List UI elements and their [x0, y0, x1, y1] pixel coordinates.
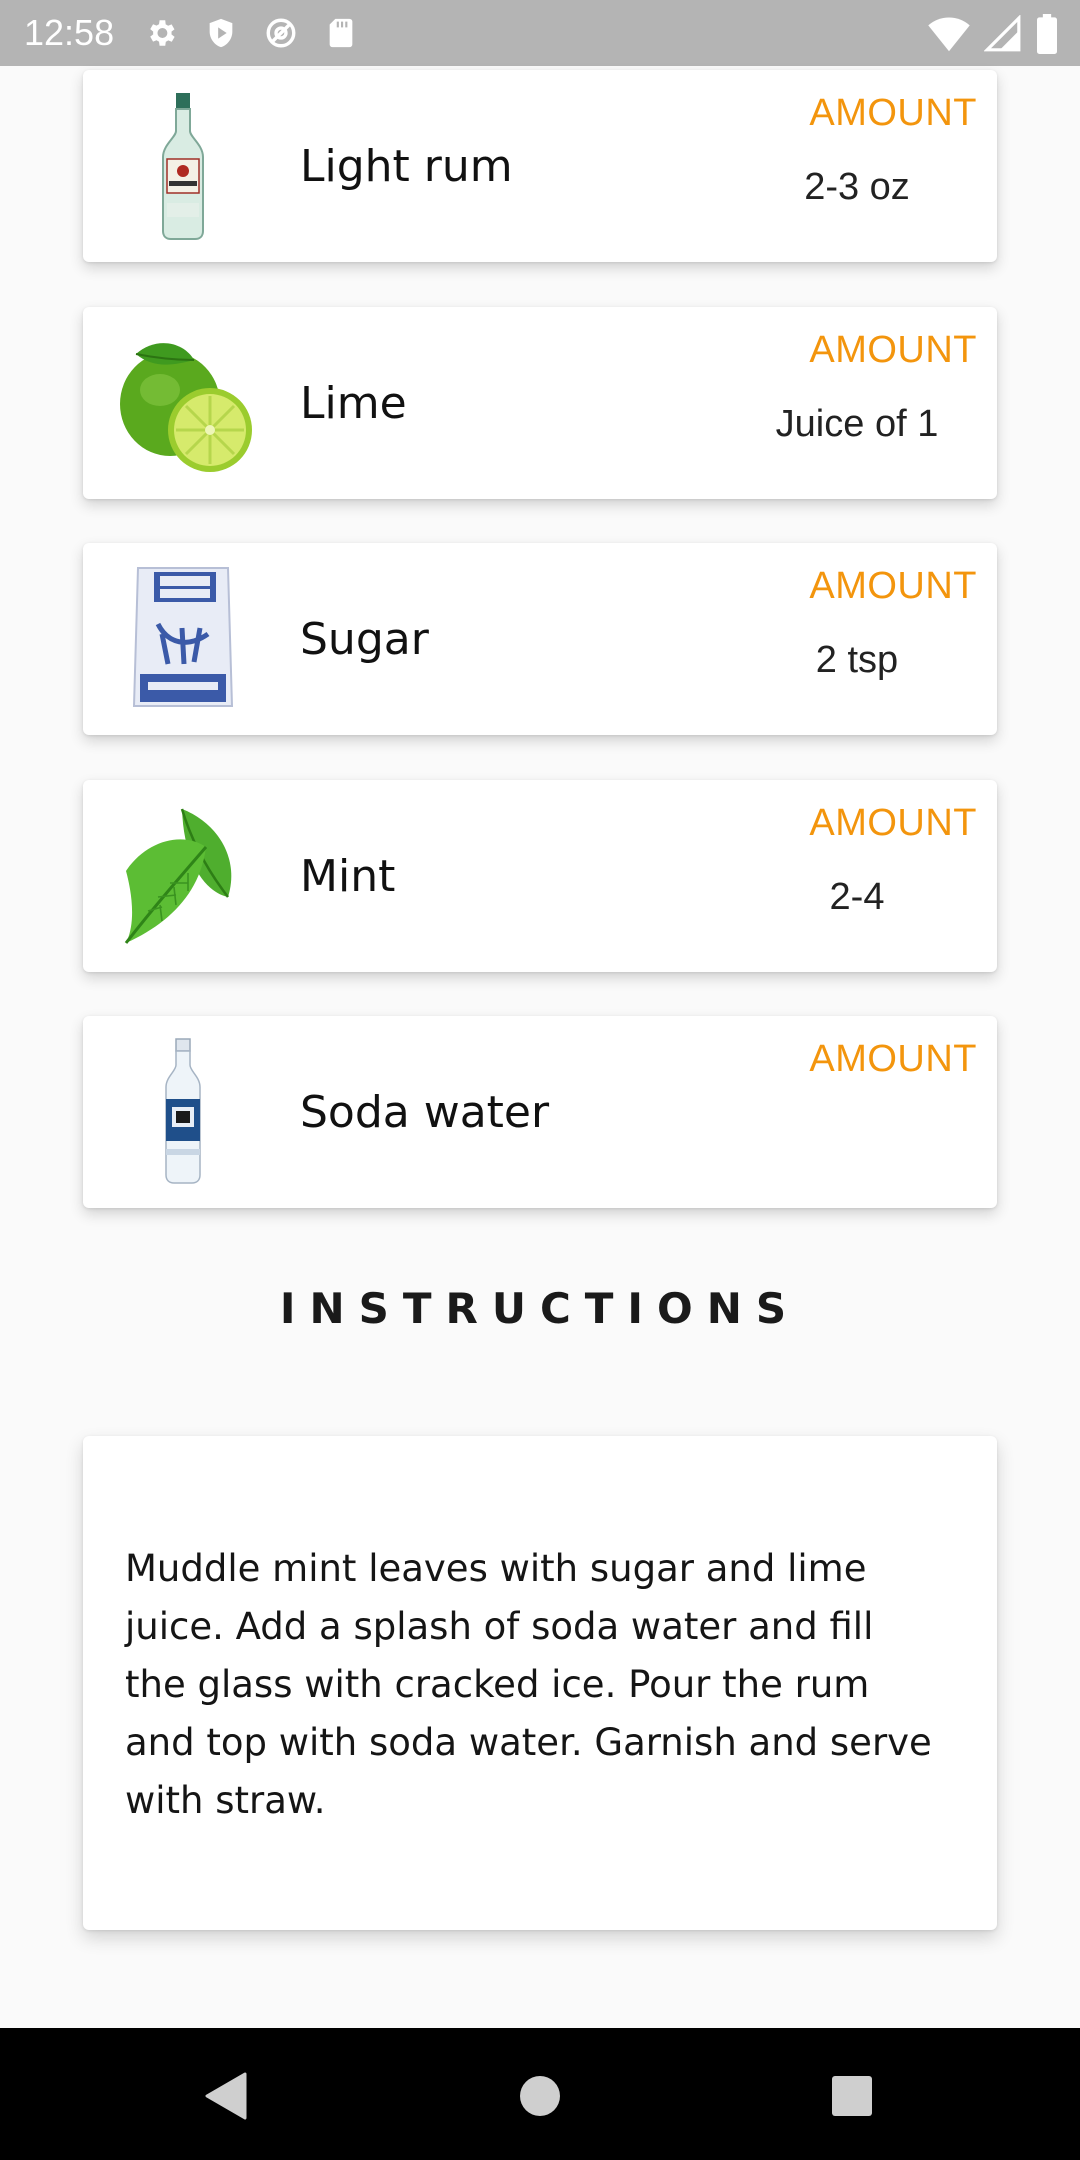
ingredient-card[interactable]: Sugar AMOUNT 2 tsp	[83, 543, 997, 735]
sd-card-icon	[329, 18, 353, 48]
amount-label: AMOUNT	[809, 1038, 977, 1080]
ingredient-name: Soda water	[300, 1086, 550, 1138]
sugar-bag-image	[105, 561, 261, 717]
instructions-title: INSTRUCTIONS	[279, 1284, 801, 1333]
status-bar: 12:58	[0, 0, 1080, 66]
amount-value: 2 tsp	[815, 639, 899, 681]
ingredient-name: Sugar	[300, 613, 429, 665]
soda-bottle-image	[105, 1034, 261, 1190]
amount-label: AMOUNT	[809, 329, 977, 371]
amount-value: 2-3 oz	[804, 166, 910, 208]
mint-leaves-image	[105, 798, 261, 954]
ingredient-name: Lime	[300, 377, 407, 429]
navigation-bar	[0, 2028, 1080, 2160]
amount-value: Juice of 1	[775, 403, 939, 445]
ingredient-name: Mint	[300, 850, 396, 902]
recents-icon[interactable]	[822, 2066, 882, 2126]
ingredient-name: Light rum	[300, 140, 513, 192]
status-time: 12:58	[24, 12, 115, 53]
ingredient-card[interactable]: Soda water AMOUNT	[83, 1016, 997, 1208]
rum-bottle-image	[105, 88, 261, 244]
instructions-card: Muddle mint leaves with sugar and lime j…	[83, 1436, 997, 1930]
gear-icon	[150, 20, 175, 46]
at-sign-icon	[266, 18, 296, 48]
instructions-text: Muddle mint leaves with sugar and lime j…	[125, 1547, 932, 1822]
shield-play-icon	[209, 18, 233, 48]
home-icon[interactable]	[510, 2066, 570, 2126]
ingredient-card[interactable]: Light rum AMOUNT 2-3 oz	[83, 70, 997, 262]
ingredient-card[interactable]: Mint AMOUNT 2-4	[83, 780, 997, 972]
signal-icon	[984, 15, 1021, 52]
battery-icon	[1037, 14, 1057, 54]
amount-label: AMOUNT	[809, 802, 977, 844]
wifi-icon	[928, 17, 970, 52]
amount-label: AMOUNT	[809, 565, 977, 607]
lime-image	[105, 325, 261, 481]
back-icon[interactable]	[196, 2066, 256, 2126]
amount-label: AMOUNT	[809, 92, 977, 134]
amount-value: 2-4	[829, 876, 885, 918]
ingredient-card[interactable]: Lime AMOUNT Juice of 1	[83, 307, 997, 499]
